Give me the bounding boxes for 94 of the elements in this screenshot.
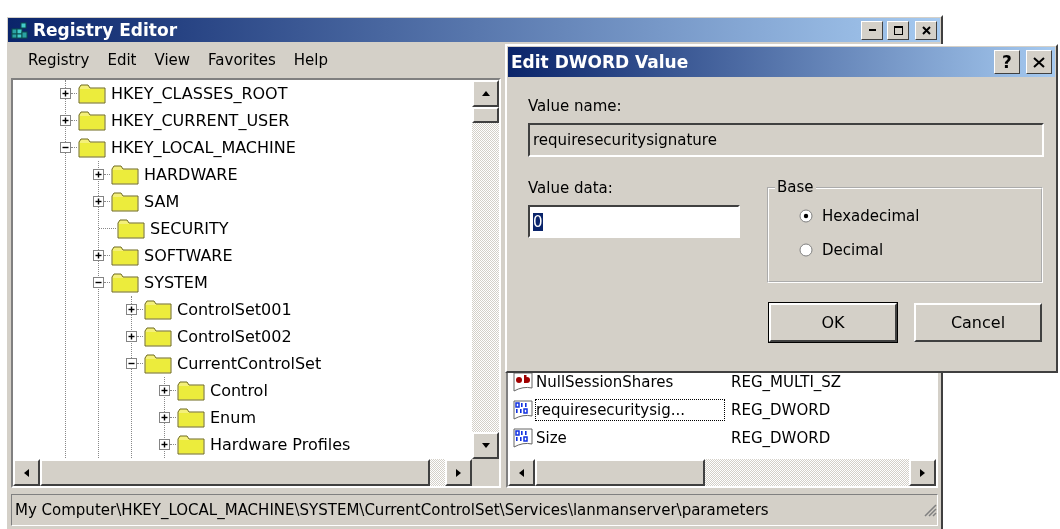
window-title: Registry Editor bbox=[33, 20, 178, 40]
tree-item[interactable]: HKEY_LOCAL_MACHINE bbox=[111, 138, 296, 157]
value-type: REG_MULTI_SZ bbox=[731, 373, 842, 391]
folder-icon bbox=[78, 83, 106, 104]
tree-item[interactable]: HKEY_CLASSES_ROOT bbox=[111, 84, 288, 103]
scroll-thumb[interactable] bbox=[40, 459, 430, 486]
down-arrow-icon bbox=[481, 443, 490, 448]
close-button[interactable] bbox=[1026, 50, 1052, 74]
collapse-icon[interactable] bbox=[126, 358, 137, 369]
expand-icon[interactable] bbox=[60, 88, 71, 99]
folder-icon bbox=[177, 380, 205, 401]
tree-item[interactable]: ControlSet001 bbox=[177, 300, 292, 319]
expand-icon[interactable] bbox=[93, 196, 104, 207]
tree-item[interactable]: Hardware Profiles bbox=[210, 435, 351, 454]
folder-icon bbox=[177, 407, 205, 428]
close-button[interactable] bbox=[915, 20, 937, 40]
folder-icon bbox=[111, 272, 139, 293]
dialog-title: Edit DWORD Value bbox=[511, 52, 689, 72]
left-arrow-icon bbox=[24, 468, 29, 477]
value-name[interactable]: NullSessionShares bbox=[535, 371, 725, 393]
resize-grip-icon[interactable] bbox=[923, 503, 937, 517]
scroll-down-button[interactable] bbox=[472, 432, 499, 459]
maximize-icon bbox=[893, 25, 903, 35]
right-arrow-icon bbox=[456, 468, 461, 477]
radio-label[interactable]: Hexadecimal bbox=[822, 207, 920, 225]
value-name[interactable]: Size bbox=[535, 427, 725, 449]
value-name-field[interactable]: requiresecuritysignature bbox=[528, 123, 1044, 157]
scroll-thumb[interactable] bbox=[472, 107, 499, 123]
tree-item[interactable]: HKEY_CURRENT_USER bbox=[111, 111, 290, 130]
collapse-icon[interactable] bbox=[93, 277, 104, 288]
expand-icon[interactable] bbox=[60, 115, 71, 126]
scroll-right-button[interactable] bbox=[909, 459, 936, 486]
folder-icon bbox=[111, 245, 139, 266]
tree-item[interactable]: SECURITY bbox=[150, 219, 229, 238]
tree-item[interactable]: Enum bbox=[210, 408, 256, 427]
tree-item[interactable]: SOFTWARE bbox=[144, 246, 233, 265]
menu-item[interactable]: Help bbox=[285, 51, 339, 69]
scroll-thumb[interactable] bbox=[535, 459, 705, 486]
maximize-button[interactable] bbox=[887, 20, 909, 40]
expand-icon[interactable] bbox=[159, 412, 170, 423]
right-arrow-icon bbox=[920, 468, 925, 477]
close-icon bbox=[921, 25, 931, 35]
scroll-left-button[interactable] bbox=[508, 459, 535, 486]
menu-item[interactable]: Edit bbox=[99, 51, 147, 69]
tree-item[interactable]: CurrentControlSet bbox=[177, 354, 322, 373]
expand-icon[interactable] bbox=[126, 331, 137, 342]
binary-value-icon bbox=[513, 400, 535, 420]
minimize-button[interactable] bbox=[861, 20, 883, 40]
status-path: My Computer\HKEY_LOCAL_MACHINE\SYSTEM\CurrentControlSet\Services\lanmanserver\parameters bbox=[15, 501, 770, 519]
tree-item[interactable]: HARDWARE bbox=[144, 165, 238, 184]
value-name-label: Value name: bbox=[528, 97, 623, 115]
tree-item[interactable]: SAM bbox=[144, 192, 180, 211]
expand-icon[interactable] bbox=[159, 439, 170, 450]
dialog-button[interactable]: OK bbox=[769, 303, 897, 342]
expand-icon[interactable] bbox=[93, 250, 104, 261]
expand-icon[interactable] bbox=[93, 169, 104, 180]
scroll-right-button[interactable] bbox=[445, 459, 472, 486]
collapse-icon[interactable] bbox=[60, 142, 71, 153]
menu-item[interactable]: View bbox=[146, 51, 201, 69]
expand-icon[interactable] bbox=[126, 304, 137, 315]
close-icon bbox=[1033, 56, 1045, 68]
folder-icon bbox=[144, 299, 172, 320]
cubes-icon bbox=[11, 21, 29, 39]
value-data-label: Value data: bbox=[528, 179, 614, 197]
help-button[interactable]: ? bbox=[994, 50, 1020, 74]
expand-icon[interactable] bbox=[159, 385, 170, 396]
value-type: REG_DWORD bbox=[731, 401, 831, 419]
value-data-field[interactable]: 0 bbox=[528, 205, 740, 238]
radio-button[interactable] bbox=[799, 243, 813, 257]
menu-item[interactable]: Favorites bbox=[200, 51, 286, 69]
left-arrow-icon bbox=[519, 468, 524, 477]
folder-icon bbox=[111, 164, 139, 185]
radio-button[interactable] bbox=[799, 209, 813, 223]
value-type: REG_DWORD bbox=[731, 429, 831, 447]
folder-icon bbox=[111, 191, 139, 212]
dialog-button[interactable]: Cancel bbox=[914, 303, 1042, 342]
radio-label[interactable]: Decimal bbox=[822, 241, 884, 259]
folder-icon bbox=[177, 434, 205, 455]
size-box bbox=[472, 459, 499, 486]
up-arrow-icon bbox=[481, 91, 490, 96]
scroll-track[interactable] bbox=[430, 459, 445, 486]
folder-icon bbox=[144, 353, 172, 374]
menu-item[interactable]: Registry bbox=[20, 51, 100, 69]
binary-value-icon bbox=[513, 428, 535, 448]
folder-icon bbox=[78, 137, 106, 158]
tree-item[interactable]: SYSTEM bbox=[144, 273, 208, 292]
folder-icon bbox=[78, 110, 106, 131]
value-name[interactable]: requiresecuritysig... bbox=[535, 399, 725, 421]
scroll-up-button[interactable] bbox=[472, 80, 499, 107]
tree-item[interactable]: Control bbox=[210, 381, 268, 400]
folder-icon bbox=[144, 326, 172, 347]
tree-item[interactable]: ControlSet002 bbox=[177, 327, 292, 346]
scroll-left-button[interactable] bbox=[13, 459, 40, 486]
minimize-icon bbox=[868, 29, 876, 31]
